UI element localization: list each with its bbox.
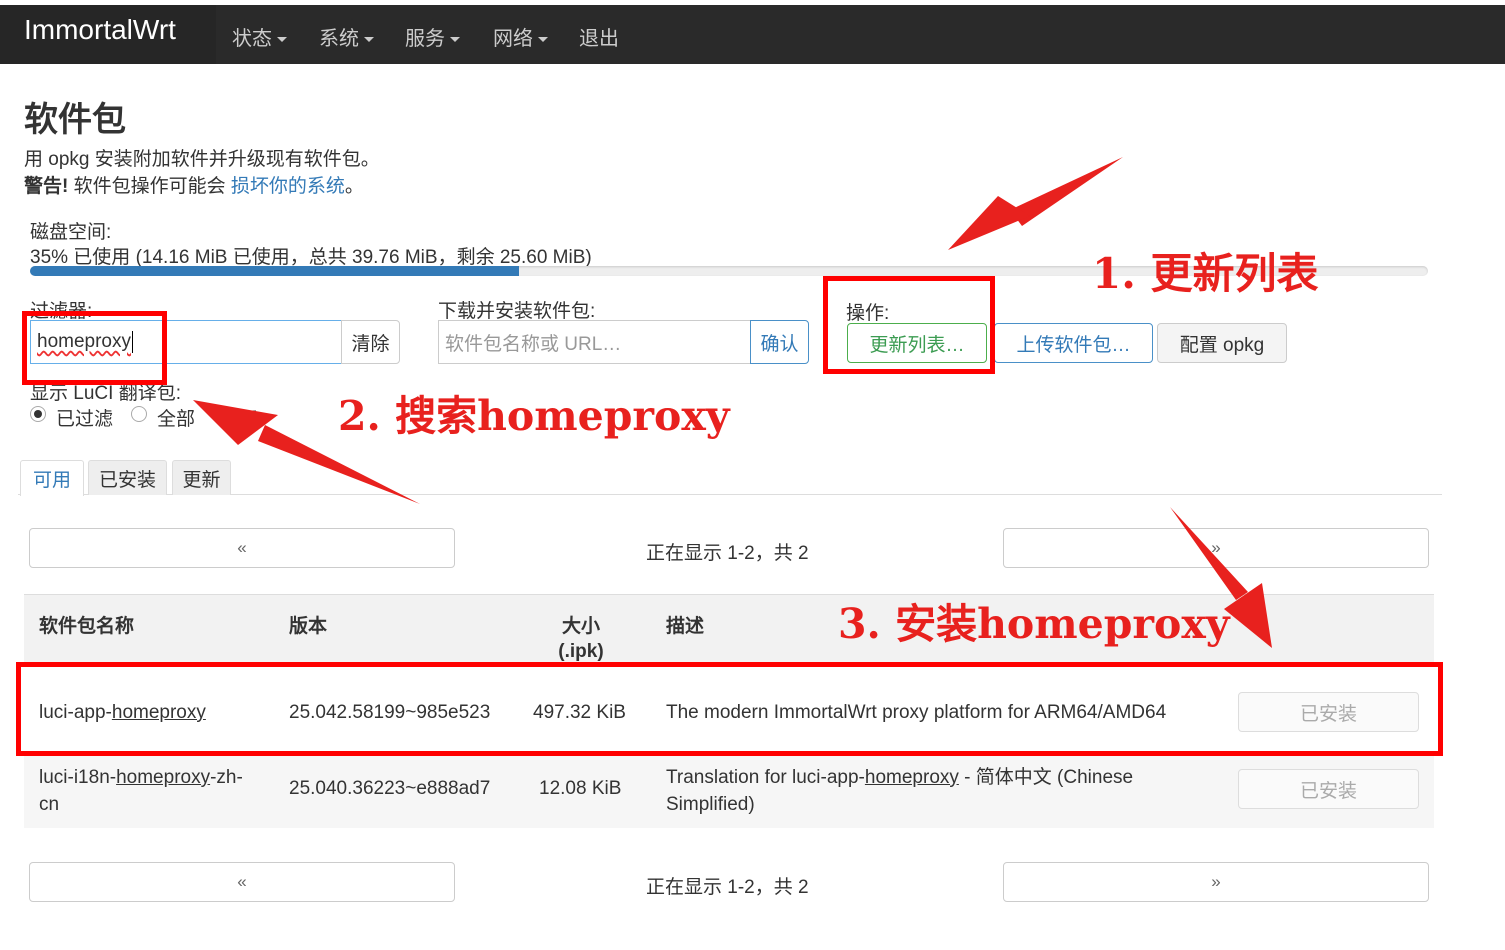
annotation-arrows	[193, 157, 1272, 648]
arrow-step2-shaft	[258, 425, 420, 504]
arrow-step1-head	[948, 196, 1030, 250]
arrow-step3-shaft	[1170, 507, 1248, 600]
